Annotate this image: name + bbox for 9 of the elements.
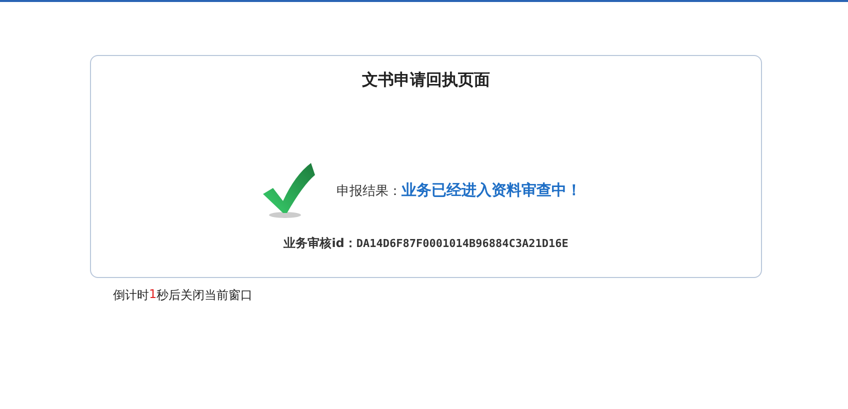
result-label: 申报结果： [336, 182, 402, 200]
page-title: 文书申请回执页面 [362, 70, 490, 91]
countdown-text: 倒计时 [113, 287, 149, 304]
result-message: 业务已经进入资料审查中！ [402, 180, 582, 200]
review-id-value: DA14D6F87F0001014B96884C3A21D16E [356, 237, 568, 250]
countdown-seconds: 1 [149, 287, 157, 303]
checkmark-icon [262, 161, 316, 219]
review-id-label: 业务审核id： [284, 235, 356, 252]
countdown-text: 秒后关闭当前窗口 [156, 287, 253, 304]
